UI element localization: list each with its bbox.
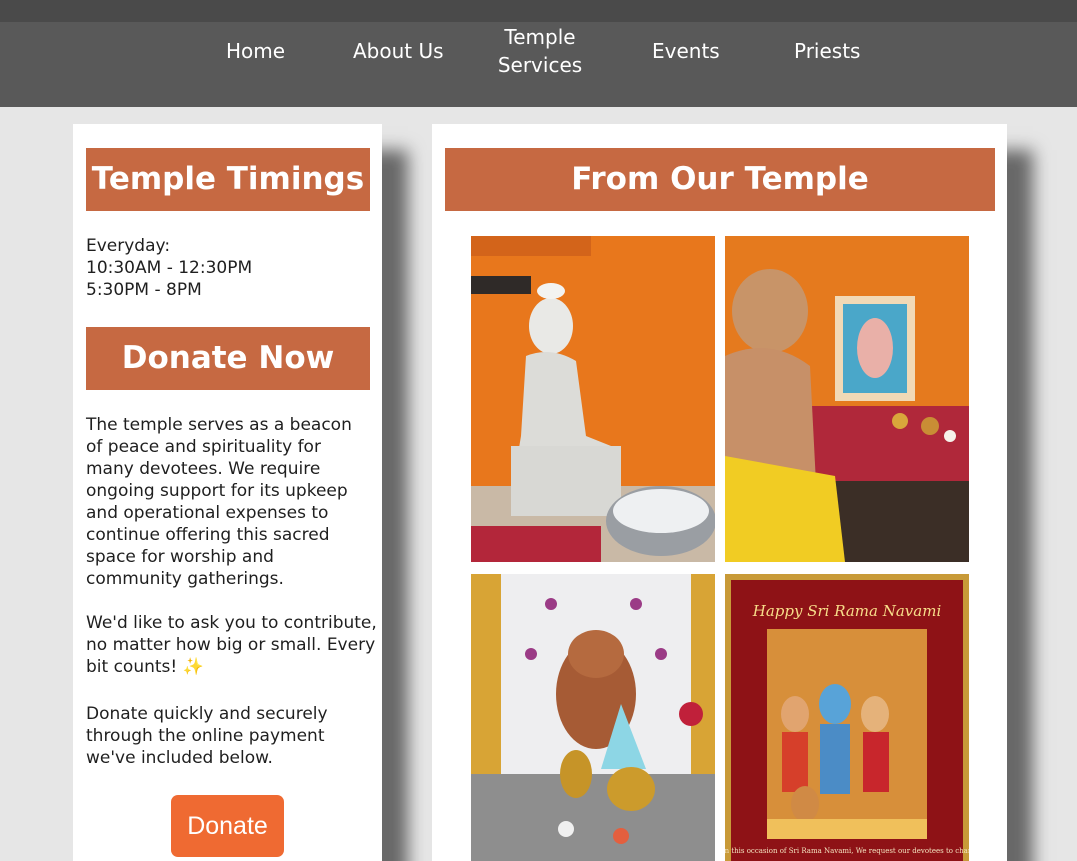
poster-caption: Happy Sri Rama Navami: [752, 602, 942, 620]
priest-puja-photo: [725, 236, 969, 562]
temple-timings-title: Temple Timings: [91, 161, 365, 197]
gallery-heading: From Our Temple: [445, 148, 995, 211]
poster-footer: On this occasion of Sri Rama Navami, We …: [725, 847, 969, 855]
gallery-title: From Our Temple: [571, 161, 869, 197]
nav-temple-services[interactable]: Temple Services: [485, 23, 595, 79]
timings-line: Everyday:: [86, 236, 171, 256]
top-strip: [0, 0, 1077, 22]
nav-events[interactable]: Events: [652, 37, 720, 65]
timings-line: 5:30PM - 8PM: [86, 280, 202, 300]
nav-priests[interactable]: Priests: [794, 37, 860, 65]
donate-button[interactable]: Donate: [171, 795, 284, 857]
temple-timings-heading: Temple Timings: [86, 148, 370, 211]
sri-rama-navami-poster: Happy Sri Rama Navami On this occasion o…: [725, 574, 969, 861]
sai-baba-abhishekam-photo: [471, 236, 715, 562]
donation-paragraph-1: The temple serves as a beacon of peace a…: [86, 415, 352, 589]
donation-paragraph-2: We'd like to ask you to contribute, no m…: [86, 613, 377, 677]
donate-now-heading: Donate Now: [86, 327, 370, 390]
nav-about-us[interactable]: About Us: [353, 37, 444, 65]
nav-home[interactable]: Home: [226, 37, 285, 65]
donate-now-title: Donate Now: [121, 340, 335, 376]
donation-paragraph-3: Donate quickly and securely through the …: [86, 704, 328, 768]
timings-line: 10:30AM - 12:30PM: [86, 258, 253, 278]
timings-list: Everyday: 10:30AM - 12:30PM 5:30PM - 8PM: [86, 235, 366, 301]
main-navbar: Home About Us Temple Services Events Pri…: [0, 22, 1077, 107]
ganesha-decoration-photo: [471, 574, 715, 861]
